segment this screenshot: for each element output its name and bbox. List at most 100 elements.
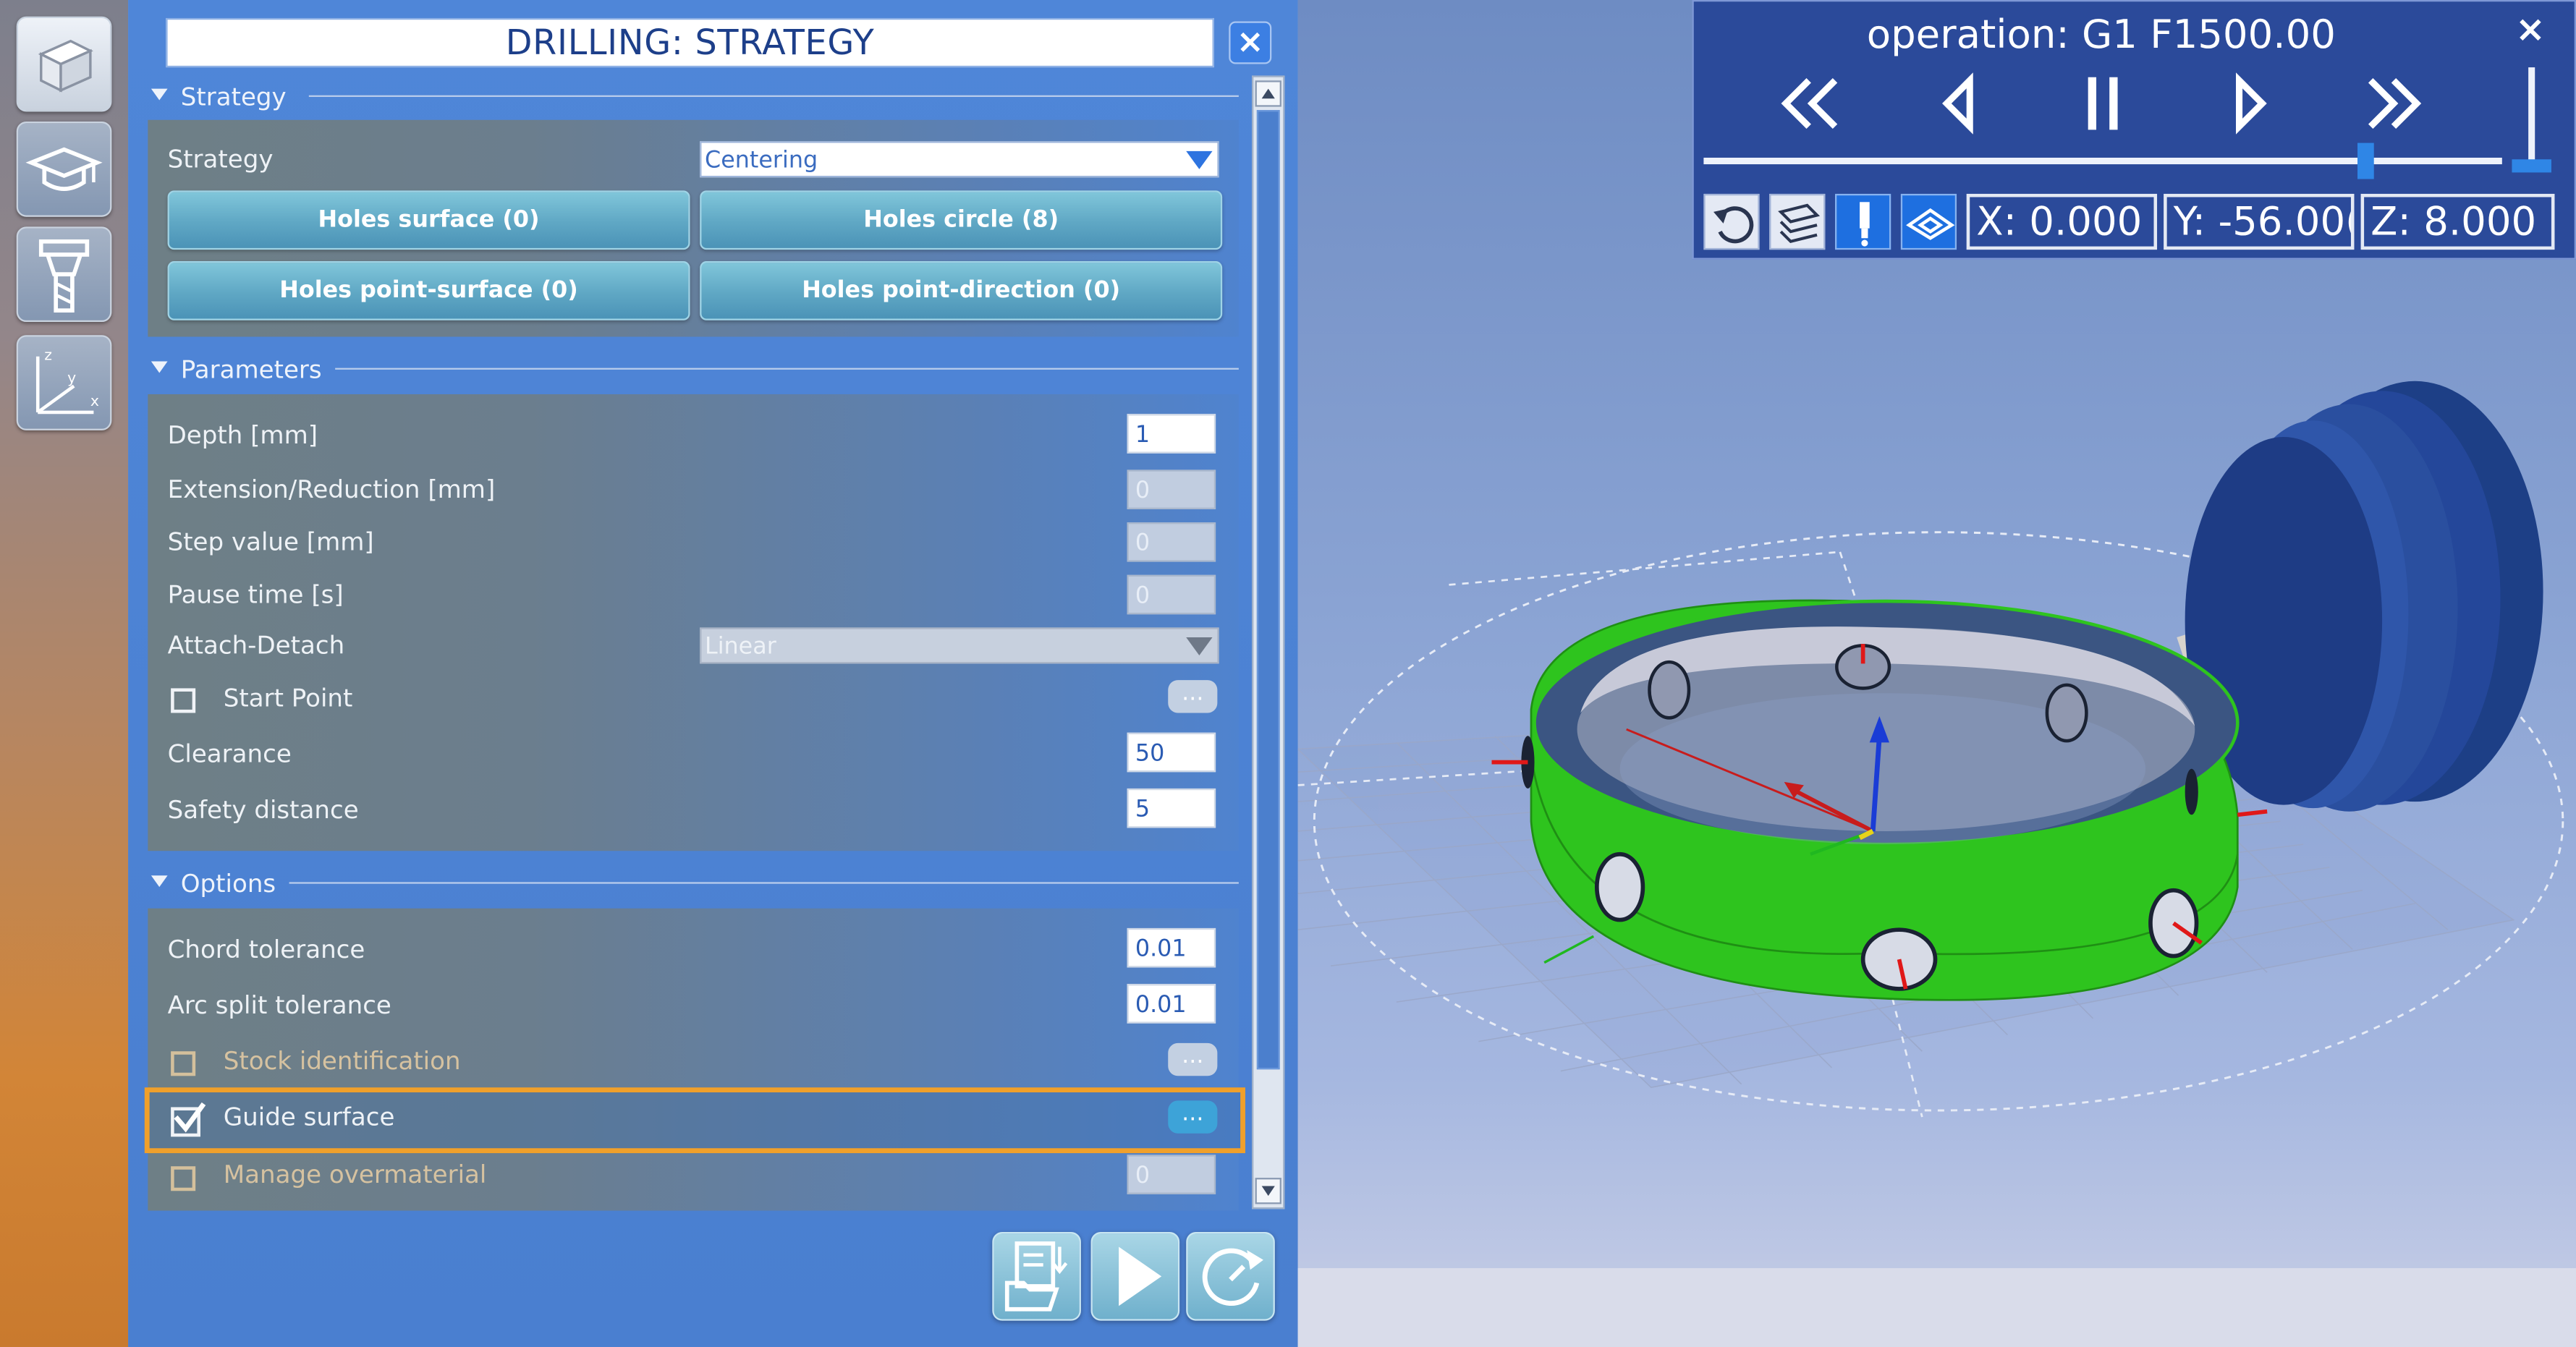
arc-split-tolerance-input[interactable]: 0.01	[1127, 984, 1216, 1024]
coordinate-system-button[interactable]: z x y	[16, 335, 112, 430]
strategy-label: Strategy	[167, 144, 274, 174]
clearance-input[interactable]: 50	[1127, 732, 1216, 773]
stock-identification-more-button[interactable]: ...	[1168, 1042, 1218, 1076]
z-coordinate: Z: 8.000	[2360, 193, 2555, 250]
step-back-button[interactable]	[1924, 67, 1996, 140]
guide-surface-checkbox[interactable]	[171, 1102, 206, 1137]
run-simulation-button[interactable]	[1090, 1232, 1180, 1321]
svg-text:y: y	[67, 369, 76, 386]
stock-tool-button[interactable]	[16, 16, 112, 112]
guide-line	[1449, 551, 1840, 586]
scroll-up-button[interactable]	[1255, 80, 1281, 107]
depth-label: Depth [mm]	[167, 420, 318, 451]
refresh-gauge-icon	[1202, 1248, 1263, 1306]
app-frame: z x y DRILLING: STRATEGY × Strategy Stra…	[0, 0, 2576, 1347]
collapse-triangle-icon	[151, 875, 168, 888]
collapse-triangle-icon	[151, 88, 168, 101]
pause-time-input[interactable]: 0	[1127, 574, 1216, 615]
options-section-header[interactable]: Options	[151, 867, 276, 900]
holes-point-surface-button[interactable]: Holes point-surface (0)	[167, 261, 690, 320]
fast-rewind-button[interactable]	[1776, 67, 1848, 140]
parameters-section-header[interactable]: Parameters	[151, 353, 322, 386]
parameters-section-body	[148, 394, 1239, 851]
save-report-button[interactable]	[992, 1232, 1081, 1321]
manage-overmaterial-label: Manage overmaterial	[223, 1160, 487, 1189]
extension-input[interactable]: 0	[1127, 469, 1216, 509]
holes-circle-button[interactable]: Holes circle (8)	[700, 190, 1223, 250]
document-save-icon	[1004, 1241, 1068, 1312]
options-section-label: Options	[180, 869, 276, 899]
strategy-select-value: Centering	[705, 148, 818, 174]
svg-text:z: z	[44, 346, 52, 363]
guide-surface-label: Guide surface	[223, 1102, 395, 1132]
play-icon	[1119, 1246, 1162, 1306]
start-point-label: Start Point	[223, 683, 353, 713]
stock-identification-checkbox[interactable]	[171, 1051, 196, 1076]
fast-forward-button[interactable]	[2357, 67, 2430, 140]
learning-tool-button[interactable]	[16, 122, 112, 217]
extension-label: Extension/Reduction [mm]	[167, 475, 496, 505]
pause-button[interactable]	[2068, 67, 2140, 140]
stock-identification-label: Stock identification	[223, 1046, 461, 1076]
checkmark-icon	[174, 1102, 206, 1133]
step-forward-button[interactable]	[2216, 67, 2289, 140]
panel-title: DRILLING: STRATEGY	[166, 17, 1214, 68]
speed-slider-knob[interactable]	[2512, 159, 2551, 173]
scroll-thumb[interactable]	[1256, 110, 1280, 1070]
svg-text:x: x	[90, 392, 99, 409]
simulation-player: operation: G1 F1500.00 × X: 0.000 Y: -56…	[1692, 0, 2576, 260]
safety-distance-input[interactable]: 5	[1127, 788, 1216, 828]
parameters-section-label: Parameters	[180, 354, 322, 385]
scroll-down-button[interactable]	[1255, 1178, 1281, 1204]
speed-slider[interactable]	[2528, 67, 2535, 166]
axes-icon: z x y	[35, 346, 99, 415]
manage-overmaterial-input[interactable]: 0	[1127, 1155, 1216, 1194]
plane-icon	[1906, 208, 1955, 240]
clearance-label: Clearance	[167, 739, 292, 769]
step-value-input[interactable]: 0	[1127, 522, 1216, 562]
divider	[335, 367, 1239, 370]
operation-label: operation: G1 F1500.00	[1866, 11, 2336, 58]
tool-strip: z x y	[0, 0, 129, 1347]
arc-split-tolerance-label: Arc split tolerance	[167, 990, 391, 1021]
x-coordinate: X: 0.000	[1966, 193, 2158, 250]
panel-scrollbar[interactable]	[1252, 75, 1285, 1210]
layers-button[interactable]	[1769, 193, 1826, 250]
graduation-cap-icon	[25, 147, 103, 191]
chord-tolerance-input[interactable]: 0.01	[1127, 927, 1216, 968]
strategy-section-header[interactable]: Strategy	[151, 80, 287, 113]
viewport-floor-band	[1297, 1267, 2576, 1347]
start-point-more-button[interactable]: ...	[1168, 680, 1218, 713]
attach-detach-value: Linear	[705, 634, 776, 660]
manage-overmaterial-checkbox[interactable]	[171, 1166, 196, 1191]
start-point-checkbox[interactable]	[171, 688, 196, 713]
y-coordinate: Y: -56.00(	[2164, 193, 2355, 250]
strategy-select[interactable]: Centering	[700, 141, 1219, 178]
cube-icon	[38, 39, 93, 93]
pause-time-label: Pause time [s]	[167, 579, 344, 610]
recalculate-button[interactable]	[1186, 1232, 1275, 1321]
holes-surface-button[interactable]: Holes surface (0)	[167, 190, 690, 250]
step-value-label: Step value [mm]	[167, 527, 374, 557]
dropdown-arrow-icon	[1186, 637, 1213, 656]
strategy-section-label: Strategy	[180, 82, 287, 112]
show-path-button[interactable]	[1900, 193, 1957, 250]
guide-surface-more-button[interactable]: ...	[1168, 1100, 1218, 1134]
layers-icon	[1778, 203, 1821, 244]
panel-close-button[interactable]: ×	[1229, 21, 1272, 64]
depth-input[interactable]: 1	[1127, 414, 1216, 454]
tool-icon	[1860, 202, 1870, 247]
holes-point-direction-button[interactable]: Holes point-direction (0)	[700, 261, 1223, 320]
reset-view-button[interactable]	[1703, 193, 1760, 250]
attach-detach-select[interactable]: Linear	[700, 627, 1219, 664]
attach-detach-label: Attach-Detach	[167, 630, 345, 660]
dropdown-arrow-icon	[1186, 150, 1213, 169]
show-tool-button[interactable]	[1835, 193, 1891, 250]
rotate-ccw-icon	[1713, 206, 1754, 244]
progress-track[interactable]	[1703, 157, 2502, 165]
divider	[308, 95, 1239, 97]
player-close-button[interactable]: ×	[2515, 11, 2546, 51]
tool-library-button[interactable]	[16, 226, 112, 323]
progress-slider-knob[interactable]	[2357, 143, 2375, 179]
collapse-triangle-icon	[151, 361, 168, 373]
